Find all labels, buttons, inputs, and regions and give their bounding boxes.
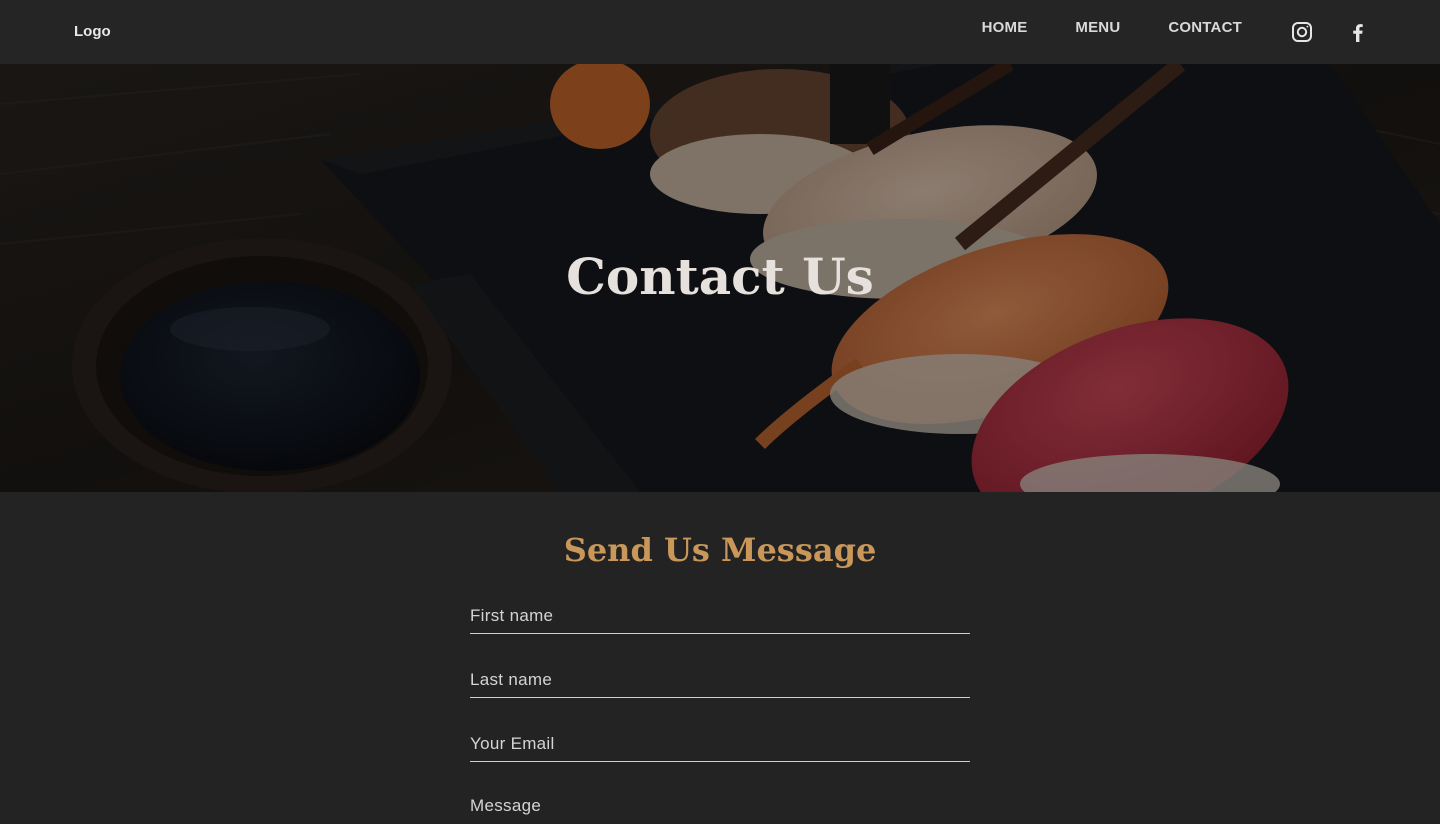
form-title: Send Us Message: [563, 531, 877, 569]
nav-contact-link[interactable]: CONTACT: [1168, 18, 1242, 38]
nav-home-link[interactable]: HOME: [982, 18, 1028, 38]
main-nav: HOME MENU CONTACT: [934, 18, 1242, 38]
hero-banner: Contact Us: [0, 64, 1440, 492]
instagram-icon[interactable]: [1290, 20, 1314, 44]
first-name-input[interactable]: [470, 600, 970, 632]
page-title: Contact Us: [566, 247, 874, 306]
last-name-field: [470, 664, 970, 698]
email-input[interactable]: [470, 728, 970, 760]
message-input[interactable]: [470, 790, 970, 822]
contact-form-section: Send Us Message: [0, 492, 1440, 822]
last-name-input[interactable]: [470, 664, 970, 696]
email-field: [470, 728, 970, 762]
facebook-icon[interactable]: [1346, 20, 1370, 44]
first-name-field: [470, 600, 970, 634]
logo[interactable]: Logo: [74, 22, 111, 42]
site-header: Logo HOME MENU CONTACT: [0, 0, 1440, 64]
nav-menu-link[interactable]: MENU: [1075, 18, 1120, 38]
message-field: [470, 790, 970, 824]
